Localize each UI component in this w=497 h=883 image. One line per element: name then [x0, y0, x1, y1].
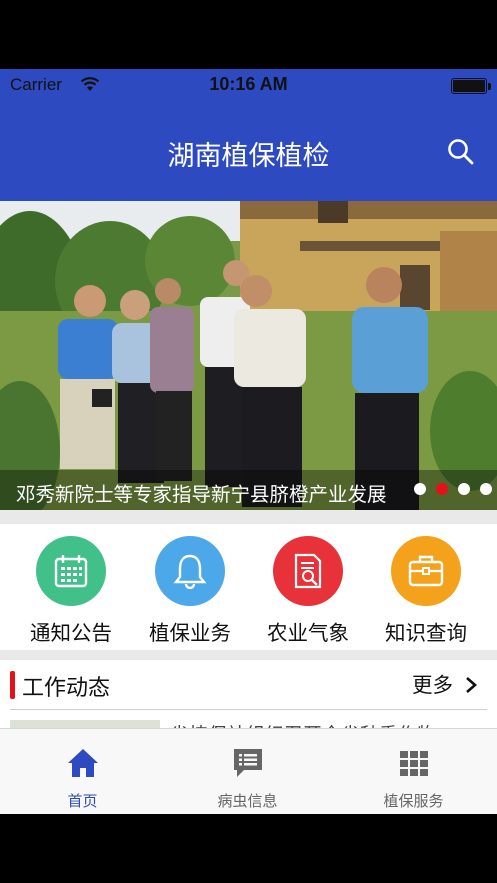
calendar-icon — [54, 555, 88, 588]
status-bar: Carrier 10:16 AM — [0, 69, 497, 102]
section-separator — [0, 510, 497, 524]
divider — [10, 709, 487, 710]
report-search-icon — [294, 553, 322, 589]
more-link[interactable]: 更多 — [412, 668, 453, 698]
category-icon-bg — [155, 536, 225, 606]
category-icon-bg — [391, 536, 461, 606]
page-title: 湖南植保植检 — [167, 141, 330, 172]
tab-services[interactable]: 植保服务 — [331, 729, 496, 815]
tab-label: 病虫信息 — [217, 792, 278, 810]
carousel-dot[interactable] — [414, 483, 426, 495]
category-icon-bg — [36, 536, 106, 606]
category-label: 通知公告 — [30, 621, 112, 645]
battery-tip — [488, 83, 491, 90]
category-plant-protection[interactable]: 植保业务 — [131, 536, 249, 646]
chevron-right-icon[interactable] — [464, 676, 478, 694]
tab-home[interactable]: 首页 — [0, 729, 165, 815]
carousel-dot-active[interactable] — [436, 483, 448, 495]
tab-label: 首页 — [67, 792, 98, 810]
message-list-icon — [234, 749, 262, 777]
battery-icon — [451, 78, 487, 94]
banner-carousel[interactable]: 邓秀新院士等专家指导新宁县脐橙产业发展 — [0, 201, 497, 510]
news-section: 工作动态 更多 省植保站组织召开全省秋季作物 — [0, 660, 497, 728]
news-section-title: 工作动态 — [22, 676, 111, 701]
clock: 10:16 AM — [209, 74, 288, 94]
briefcase-icon — [408, 555, 444, 587]
tab-label: 植保服务 — [383, 792, 444, 810]
grid-icon — [400, 751, 428, 776]
carousel-dot[interactable] — [458, 483, 470, 495]
category-label: 植保业务 — [149, 621, 231, 645]
category-label: 知识查询 — [385, 621, 467, 645]
category-notices[interactable]: 通知公告 — [12, 536, 130, 646]
phone-screen: Carrier 10:16 AM 湖南植保植检 邓秀新院士等专家指导新宁县脐橙产… — [0, 0, 497, 883]
home-icon — [68, 749, 98, 777]
banner-caption: 邓秀新院士等专家指导新宁县脐橙产业发展 — [16, 483, 387, 506]
category-knowledge[interactable]: 知识查询 — [367, 536, 485, 646]
search-icon[interactable] — [446, 137, 476, 167]
bell-icon — [173, 554, 207, 589]
nav-bar: 湖南植保植检 — [0, 102, 497, 201]
banner-photo — [0, 201, 497, 510]
category-label: 农业气象 — [267, 621, 349, 645]
tab-pest-info[interactable]: 病虫信息 — [165, 729, 330, 815]
news-item-title[interactable]: 省植保站组织召开全省秋季作物 — [170, 720, 436, 728]
category-grid: 通知公告 植保业务 农业气象 知识查询 — [0, 524, 497, 650]
section-marker — [10, 671, 15, 699]
section-separator — [0, 650, 497, 660]
category-icon-bg — [273, 536, 343, 606]
news-thumbnail[interactable] — [10, 720, 160, 728]
category-weather[interactable]: 农业气象 — [249, 536, 367, 646]
tab-bar: 首页 病虫信息 植保服务 — [0, 728, 497, 814]
carousel-dot[interactable] — [480, 483, 492, 495]
